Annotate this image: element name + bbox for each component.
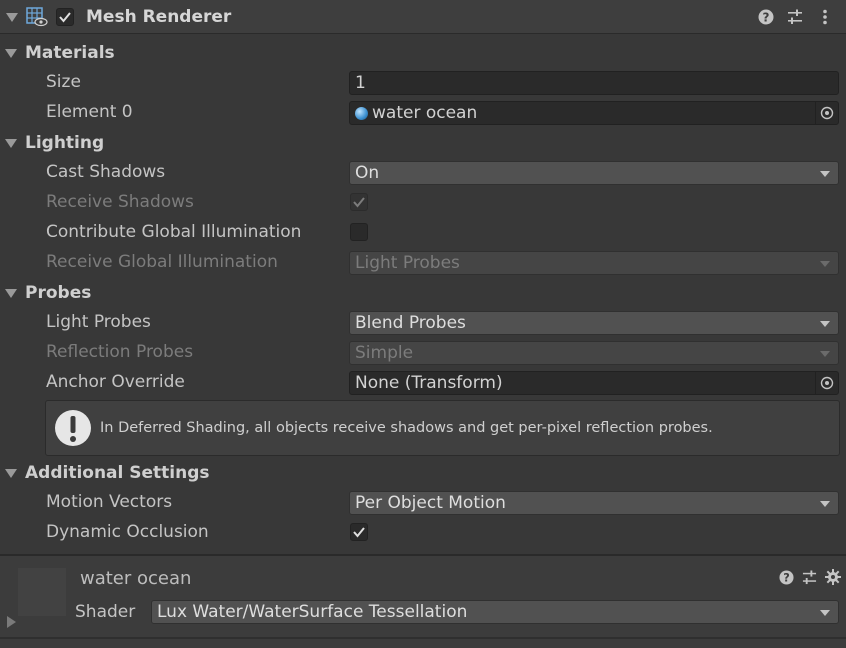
cast-shadows-label: Cast Shadows	[46, 162, 166, 182]
bottom-divider	[0, 637, 846, 639]
mesh-renderer-icon	[26, 7, 48, 32]
chevron-down-icon	[820, 261, 830, 267]
warning-icon	[46, 409, 100, 447]
preset-icon[interactable]	[801, 569, 817, 585]
material-preview-thumbnail	[18, 568, 66, 616]
receive-shadows-checkbox[interactable]	[350, 193, 368, 211]
material-sphere-icon	[355, 106, 368, 120]
anchor-override-object-field[interactable]: None (Transform)	[349, 371, 839, 395]
chevron-down-icon	[820, 171, 830, 177]
receive-gi-label: Receive Global Illumination	[46, 252, 278, 272]
motion-vectors-label: Motion Vectors	[46, 492, 173, 512]
light-probes-value: Blend Probes	[355, 313, 466, 333]
contribute-gi-label: Contribute Global Illumination	[46, 222, 302, 242]
chevron-down-icon	[820, 501, 830, 507]
size-value: 1	[355, 73, 366, 93]
kebab-menu-icon[interactable]	[816, 8, 834, 26]
dynamic-occlusion-label: Dynamic Occlusion	[46, 522, 209, 542]
help-icon[interactable]: ?	[757, 8, 775, 26]
material-name: water ocean	[80, 568, 192, 589]
anchor-override-value: None (Transform)	[355, 373, 503, 393]
component-enabled-checkbox[interactable]	[56, 8, 74, 26]
reflection-probes-value: Simple	[355, 343, 414, 363]
materials-foldout-arrow[interactable]	[5, 49, 17, 58]
svg-text:?: ?	[763, 11, 770, 25]
element-0-label: Element 0	[46, 102, 133, 122]
dynamic-occlusion-checkbox[interactable]	[350, 523, 368, 541]
reflection-probes-label: Reflection Probes	[46, 342, 194, 362]
size-input[interactable]: 1	[349, 71, 839, 95]
size-label: Size	[46, 72, 81, 92]
probes-section-title[interactable]: Probes	[25, 283, 91, 303]
additional-settings-section-title[interactable]: Additional Settings	[25, 463, 210, 483]
chevron-down-icon	[820, 351, 830, 357]
element-0-object-field[interactable]: water ocean	[349, 101, 839, 125]
help-icon[interactable]: ?	[778, 569, 794, 585]
light-probes-label: Light Probes	[46, 312, 151, 332]
material-foldout-arrow[interactable]	[7, 616, 16, 628]
deferred-shading-help-box: In Deferred Shading, all objects receive…	[45, 400, 840, 456]
shader-value: Lux Water/WaterSurface Tessellation	[157, 602, 468, 622]
lighting-section-title[interactable]: Lighting	[25, 133, 104, 153]
contribute-gi-checkbox[interactable]	[350, 223, 368, 241]
additional-settings-foldout-arrow[interactable]	[5, 469, 17, 478]
cast-shadows-value: On	[355, 163, 380, 183]
chevron-down-icon	[820, 610, 830, 616]
gear-icon[interactable]	[825, 569, 841, 585]
object-picker-icon[interactable]	[815, 102, 838, 124]
materials-section-title[interactable]: Materials	[25, 43, 115, 63]
motion-vectors-value: Per Object Motion	[355, 493, 506, 513]
help-box-text: In Deferred Shading, all objects receive…	[100, 420, 713, 436]
cast-shadows-dropdown[interactable]: On	[349, 161, 839, 185]
svg-text:?: ?	[783, 571, 790, 584]
chevron-down-icon	[820, 321, 830, 327]
receive-gi-dropdown[interactable]: Light Probes	[349, 251, 839, 275]
receive-shadows-label: Receive Shadows	[46, 192, 194, 212]
preset-icon[interactable]	[786, 8, 804, 26]
component-foldout-arrow[interactable]	[6, 13, 18, 22]
reflection-probes-dropdown[interactable]: Simple	[349, 341, 839, 365]
element-0-value: water ocean	[372, 103, 478, 123]
shader-dropdown[interactable]: Lux Water/WaterSurface Tessellation	[151, 600, 839, 624]
light-probes-dropdown[interactable]: Blend Probes	[349, 311, 839, 335]
lighting-foldout-arrow[interactable]	[5, 139, 17, 148]
anchor-override-label: Anchor Override	[46, 372, 185, 392]
motion-vectors-dropdown[interactable]: Per Object Motion	[349, 491, 839, 515]
component-title: Mesh Renderer	[86, 7, 232, 27]
receive-gi-value: Light Probes	[355, 253, 460, 273]
object-picker-icon[interactable]	[815, 372, 838, 394]
probes-foldout-arrow[interactable]	[5, 289, 17, 298]
shader-label: Shader	[75, 602, 136, 622]
